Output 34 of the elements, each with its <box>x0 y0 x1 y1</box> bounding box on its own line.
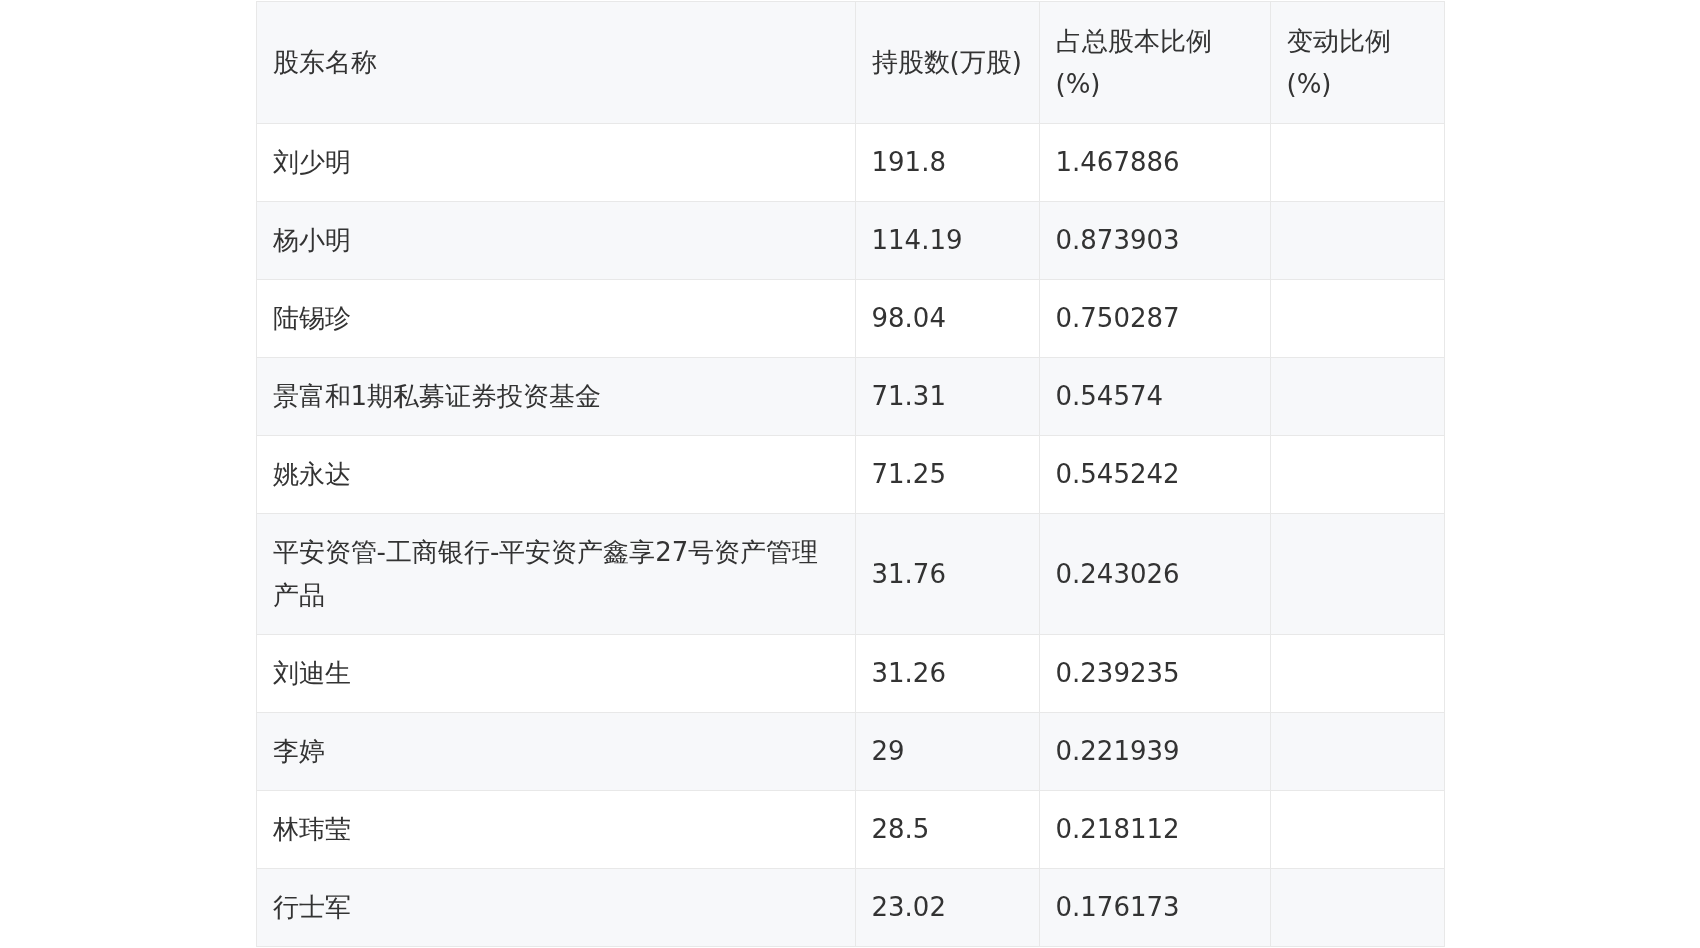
table-cell: 李婷 <box>256 712 855 791</box>
table-cell: 行士军 <box>256 868 855 947</box>
table-cell: 0.750287 <box>1039 279 1270 358</box>
column-header: 变动比例(%) <box>1270 1 1444 124</box>
table-cell: 陆锡珍 <box>256 279 855 358</box>
table-cell: 平安资管-工商银行-平安资产鑫享27号资产管理产品 <box>256 513 855 635</box>
table-cell: 刘迪生 <box>256 634 855 713</box>
column-header: 持股数(万股) <box>855 1 1039 124</box>
table-cell: 114.19 <box>855 201 1039 280</box>
table-cell: 0.218112 <box>1039 790 1270 869</box>
table-cell: 0.873903 <box>1039 201 1270 280</box>
column-header: 股东名称 <box>256 1 855 124</box>
table-cell: 林玮莹 <box>256 790 855 869</box>
table-cell: 姚永达 <box>256 435 855 514</box>
table-cell: 刘少明 <box>256 123 855 202</box>
table-cell: 23.02 <box>855 868 1039 947</box>
table-cell: 0.176173 <box>1039 868 1270 947</box>
table-cell: 0.54574 <box>1039 357 1270 436</box>
table-cell: 0.545242 <box>1039 435 1270 514</box>
table-cell: 71.31 <box>855 357 1039 436</box>
table-cell: 191.8 <box>855 123 1039 202</box>
table-cell: 98.04 <box>855 279 1039 358</box>
table-cell: 0.221939 <box>1039 712 1270 791</box>
column-header: 占总股本比例(%) <box>1039 1 1270 124</box>
table-cell: 71.25 <box>855 435 1039 514</box>
table-cell: 31.26 <box>855 634 1039 713</box>
table-cell: 31.76 <box>855 513 1039 635</box>
table-cell: 景富和1期私募证券投资基金 <box>256 357 855 436</box>
table-cell: 0.243026 <box>1039 513 1270 635</box>
table-cell: 1.467886 <box>1039 123 1270 202</box>
table-cell: 28.5 <box>855 790 1039 869</box>
table-cell: 29 <box>855 712 1039 791</box>
table-cell: 杨小明 <box>256 201 855 280</box>
table-cell: 0.239235 <box>1039 634 1270 713</box>
